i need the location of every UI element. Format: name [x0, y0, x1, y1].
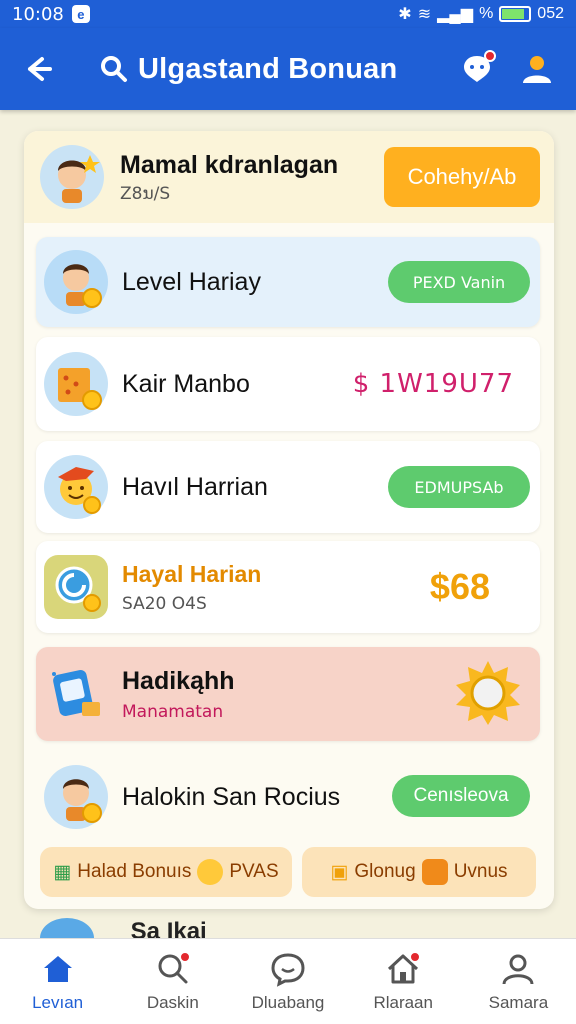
gift-box-icon — [48, 356, 104, 412]
notifications-button[interactable] — [456, 48, 498, 90]
row-label: Hadikąhh — [122, 666, 235, 695]
avatar — [44, 555, 108, 619]
app-notification-icon: e — [71, 5, 90, 23]
chat-icon — [270, 951, 306, 987]
back-arrow-icon — [28, 57, 52, 81]
battery-level: 052 — [537, 5, 564, 22]
search-button[interactable] — [94, 49, 134, 89]
avatar — [44, 352, 108, 416]
row-label: Halokin San Rocius — [122, 782, 341, 811]
avatar — [44, 455, 108, 519]
user-icon — [523, 56, 551, 83]
row-label: Havıl Harrian — [122, 472, 268, 501]
timer-icon — [48, 559, 104, 615]
bottom-nav: Levıan Daskin Dluabang Rlaraan Samara — [0, 938, 576, 1024]
nav-item-chat[interactable]: Dluabang — [230, 939, 345, 1024]
row-label: Kair Manbo — [122, 369, 250, 398]
profile-header: Mamal kdranlagan Z8ນ/S Cohehy/Ab — [24, 131, 554, 223]
nav-label: Samara — [488, 992, 549, 1012]
row-action-button[interactable]: Cenısleova — [392, 775, 530, 817]
nav-label: Dluabang — [251, 992, 325, 1012]
house-icon — [385, 950, 422, 987]
bluetooth-icon: ✱ — [398, 6, 412, 23]
avatar — [44, 250, 108, 314]
row-action-button[interactable]: EDMUPSAb — [388, 466, 530, 508]
next-item-peek: Sa Ikai — [40, 918, 520, 940]
bonus-chip-label: Glonug — [354, 861, 416, 882]
status-time: 10:08 — [12, 3, 64, 25]
nav-item-house[interactable]: Rlaraan — [346, 939, 461, 1024]
nav-item-search[interactable]: Daskin — [115, 939, 230, 1024]
bonus-chip-value: PVAS — [229, 861, 279, 882]
home-icon — [40, 951, 76, 987]
battery-icon — [499, 6, 532, 22]
avatar — [44, 765, 108, 829]
app-bar: Ulgastand Bonuan — [0, 28, 576, 110]
bonus-panel: Mamal kdranlagan Z8ນ/S Cohehy/Ab Level H… — [24, 131, 554, 909]
bonus-chip-value: Uvnus — [453, 861, 508, 882]
badge-icon — [454, 659, 522, 732]
nav-label: Levıan — [32, 992, 84, 1012]
row-value: $ 1W19U77 — [352, 369, 514, 399]
smiley-coin-icon — [197, 859, 224, 885]
profile-button[interactable] — [516, 48, 558, 90]
search-icon — [101, 56, 127, 82]
avatar — [40, 145, 104, 209]
nav-label: Daskin — [146, 992, 199, 1012]
boy-avatar-icon — [44, 149, 100, 205]
nav-label: Rlaraan — [373, 992, 433, 1012]
nav-item-home[interactable]: Levıan — [0, 939, 115, 1024]
notification-badge — [484, 50, 496, 62]
list-item[interactable]: Havıl Harrian EDMUPSAb — [36, 441, 540, 533]
status-bar: 10:08 e ✱ ≋ ▂▄▆ % 052 — [0, 0, 576, 28]
signal-text: % — [479, 5, 494, 22]
boy-coin-icon — [48, 769, 104, 825]
wifi-icon: ≋ — [417, 6, 432, 23]
boy-coin-icon — [48, 254, 104, 310]
row-sub: Manamatan — [122, 701, 224, 722]
search-icon — [155, 950, 191, 987]
row-value: $68 — [429, 566, 490, 607]
list-item[interactable]: Hayal Harian SA20 O4S $68 — [36, 541, 540, 633]
row-action-button[interactable]: PEXD Vanin — [388, 261, 530, 303]
back-button[interactable] — [8, 39, 68, 99]
row-sub: SA20 O4S — [122, 593, 207, 614]
claim-button[interactable]: Cohehy/Ab — [384, 147, 540, 207]
bonus-chip-left[interactable]: ▦ Halad Bonuıs PVAS — [40, 847, 292, 897]
list-item[interactable]: Kair Manbo $ 1W19U77 — [36, 337, 540, 431]
profile-sub: Z8ນ/S — [120, 183, 171, 204]
box-icon: ▣ — [330, 861, 349, 883]
notification-badge — [178, 950, 191, 963]
bonus-chip-label: Halad Bonuıs — [77, 861, 192, 882]
smiley-hat-icon — [48, 459, 104, 515]
peek-text: Sa Ikai — [130, 918, 207, 940]
status-icons: ✱ ≋ ▂▄▆ % 052 — [398, 4, 564, 24]
device-reward-icon — [52, 670, 100, 716]
row-label: Level Hariay — [122, 267, 261, 296]
list-item[interactable]: Hadikąhh Manamatan — [36, 647, 540, 741]
list-item[interactable]: Level Hariay PEXD Vanin — [36, 237, 540, 327]
page-title: Ulgastand Bonuan — [138, 52, 398, 85]
bonus-chip-right[interactable]: ▣ Glonug Uvnus — [302, 847, 536, 897]
gift-icon: ▦ — [53, 861, 72, 883]
shield-coin-icon — [421, 859, 448, 885]
list-item[interactable]: Halokin San Rocius Cenısleova — [36, 753, 540, 841]
avatar — [44, 662, 108, 726]
row-label: Hayal Harian — [122, 560, 262, 587]
signal-icon: ▂▄▆ — [437, 6, 474, 23]
avatar — [40, 918, 94, 940]
nav-item-profile[interactable]: Samara — [461, 939, 576, 1024]
notification-badge — [409, 950, 422, 963]
profile-icon — [500, 951, 536, 987]
profile-name: Mamal kdranlagan — [120, 150, 339, 179]
